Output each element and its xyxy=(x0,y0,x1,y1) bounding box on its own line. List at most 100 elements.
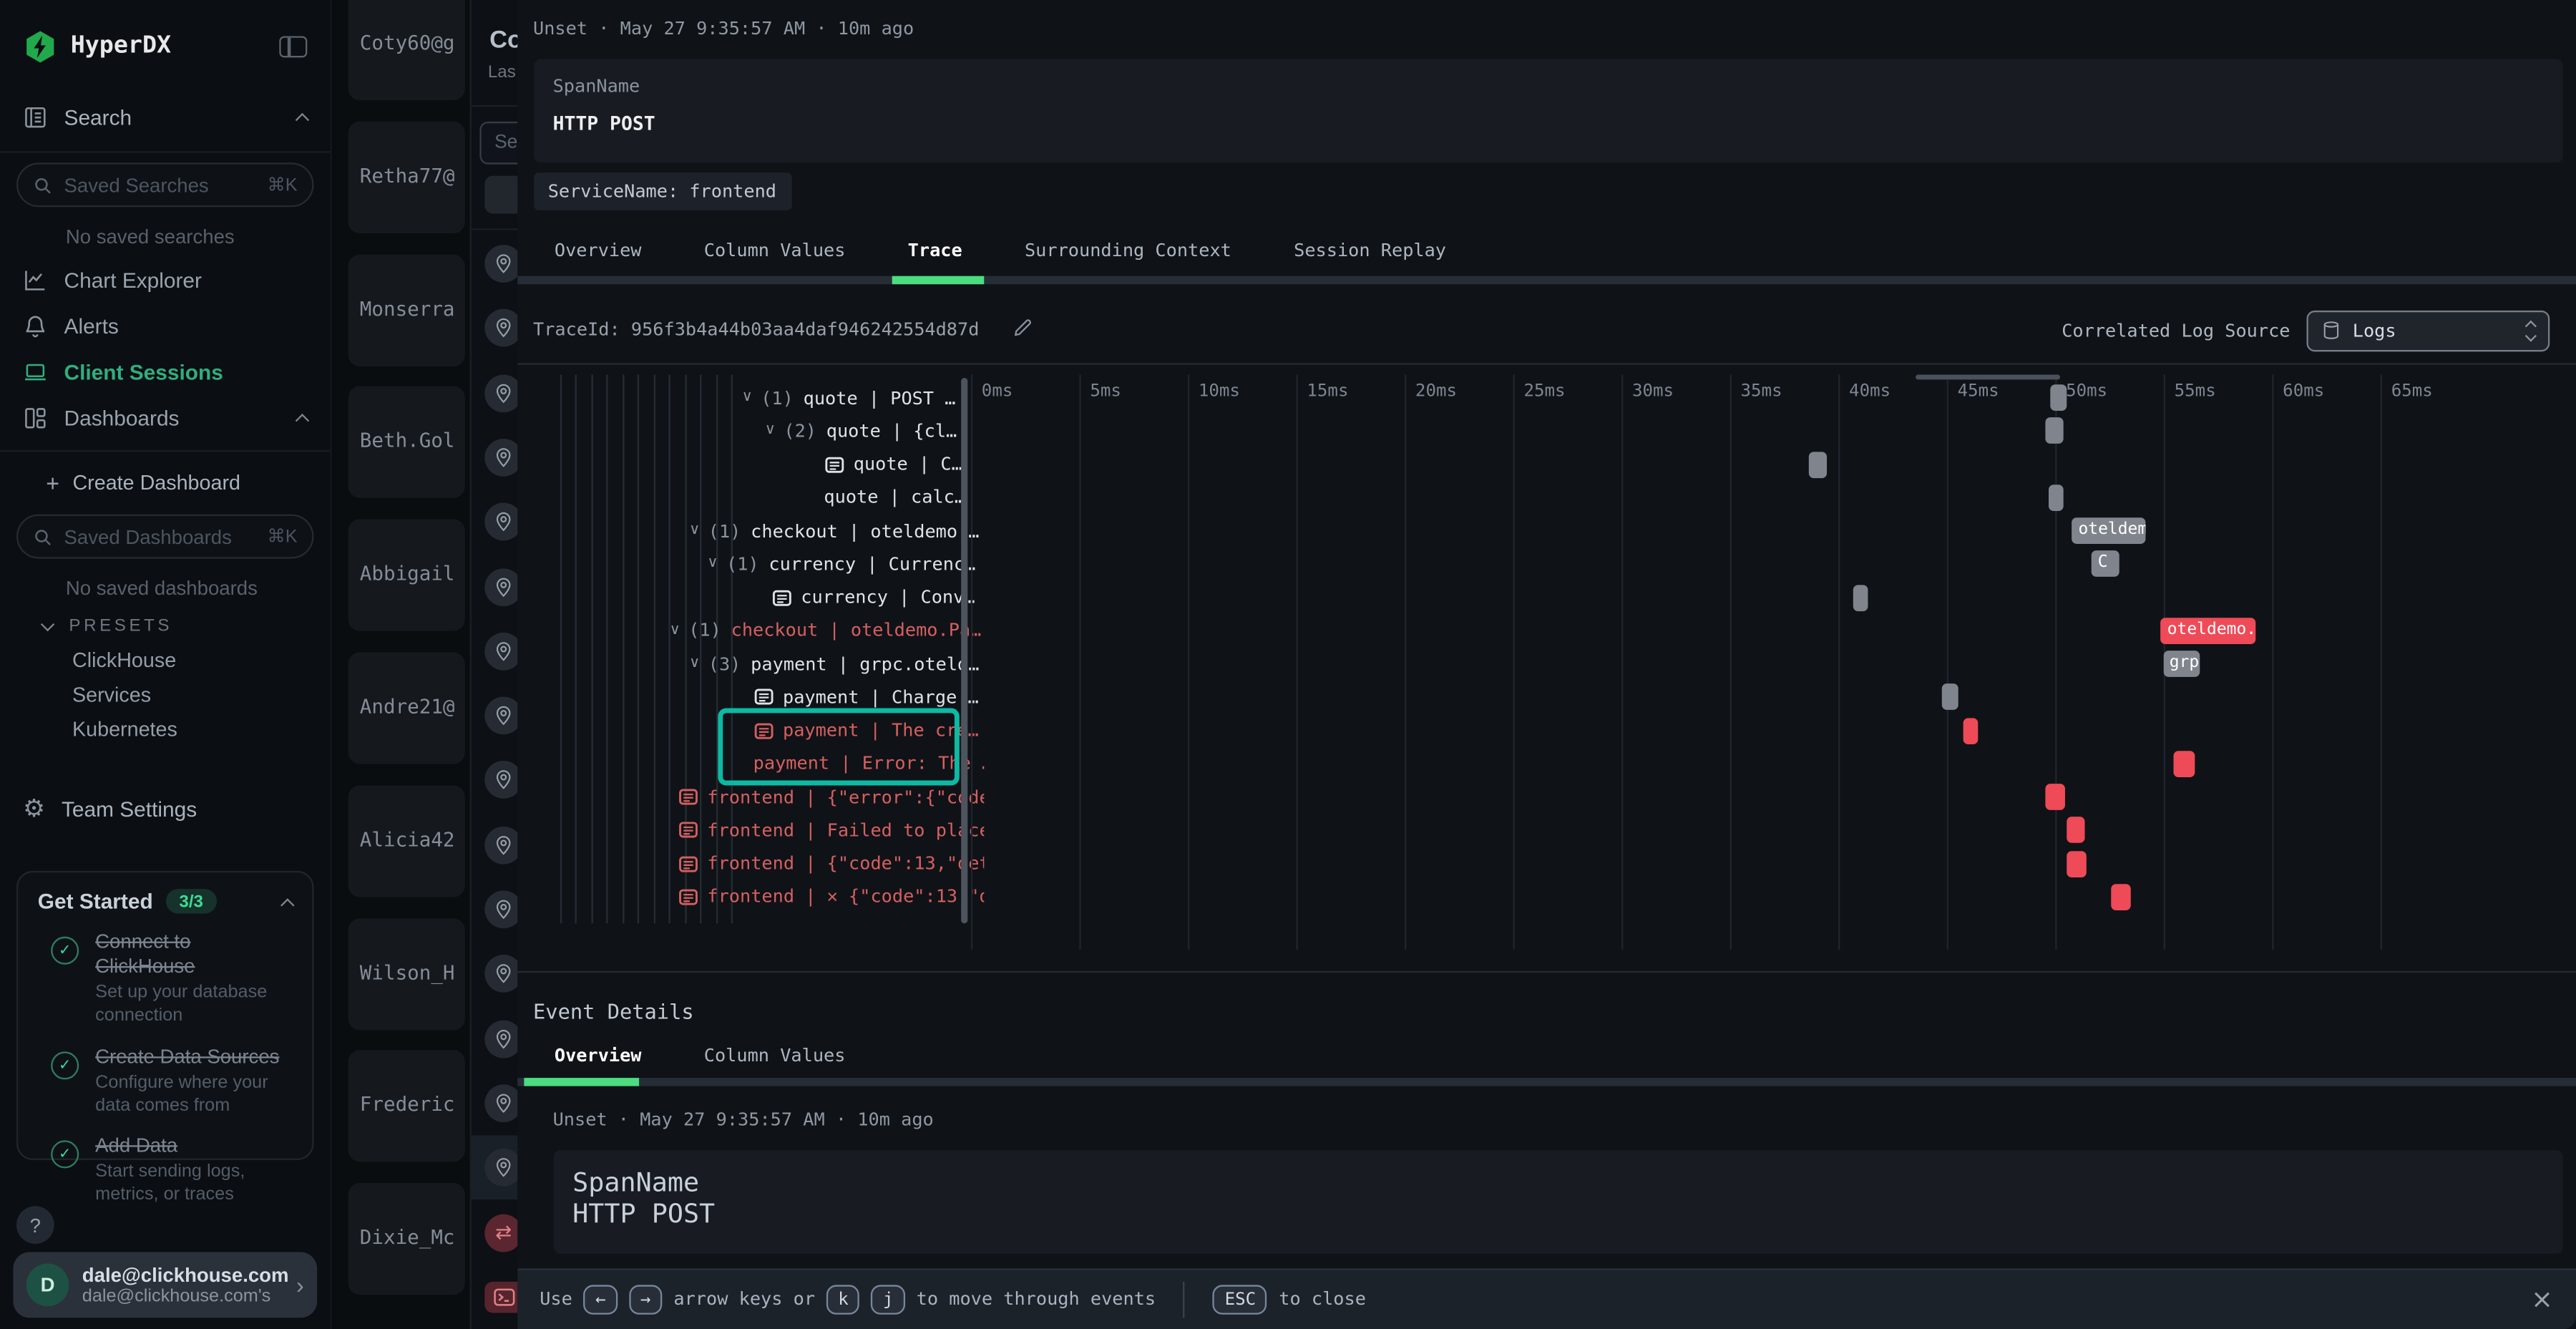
session-card[interactable]: Alicia42 xyxy=(348,785,465,897)
sidebar-nav-item[interactable]: Alerts xyxy=(0,302,330,348)
span-name-value: HTTP POST xyxy=(572,1198,2543,1230)
span-duration-bar[interactable] xyxy=(1853,584,1868,610)
sidebar-section-search[interactable]: Search xyxy=(0,92,330,142)
trace-tree-row[interactable]: ∨ (1) quote | POST … xyxy=(742,381,956,414)
presets-list: ClickHouseServicesKubernetes xyxy=(0,644,330,748)
session-card[interactable]: Retha77@ xyxy=(348,121,465,233)
chevron-down-icon[interactable]: ∨ xyxy=(707,556,718,573)
chart-hscrollbar[interactable] xyxy=(1915,374,2059,379)
tab-session-replay[interactable]: Session Replay xyxy=(1294,240,1446,261)
trace-tree-row[interactable]: ∨ (1) currency | Currenc… xyxy=(707,547,975,580)
session-card[interactable]: Dixie_Mc xyxy=(348,1183,465,1295)
span-duration-bar[interactable] xyxy=(2046,784,2065,810)
esc-key: ESC xyxy=(1214,1284,1268,1313)
trace-tree-row[interactable]: frontend | {"code":13,"det… xyxy=(678,847,983,880)
hyperdx-logo-icon[interactable] xyxy=(23,29,57,63)
span-duration-bar[interactable] xyxy=(2050,384,2067,411)
get-started-item[interactable]: ✓ Create Data Sources Configure where yo… xyxy=(38,1044,293,1117)
correlated-log-source-label: Correlated Log Source xyxy=(2062,320,2290,341)
tab-column-values[interactable]: Column Values xyxy=(704,1045,846,1066)
trace-tree-row[interactable]: ∨ (1) checkout | oteldemo.… xyxy=(689,515,979,547)
chevron-down-icon[interactable]: ∨ xyxy=(765,423,776,439)
right-arrow-key: → xyxy=(629,1284,663,1313)
gear-icon: ⚙ xyxy=(23,796,45,820)
trace-tree-row[interactable]: ∨ (2) quote | {cl… xyxy=(765,414,957,447)
log-doc-icon xyxy=(678,789,698,805)
span-duration-bar[interactable]: C xyxy=(2092,551,2119,578)
span-duration-bar[interactable]: grp xyxy=(2163,651,2200,677)
preset-item[interactable]: ClickHouse xyxy=(0,644,330,678)
trace-waterfall: ∨ (1) quote | POST … ∨ (2) quote | {cl… … xyxy=(533,374,2563,950)
tab-column-values[interactable]: Column Values xyxy=(704,240,846,261)
get-started-item-desc: Configure where your data comes from xyxy=(95,1071,293,1118)
tab-surrounding-context[interactable]: Surrounding Context xyxy=(1025,240,1231,261)
get-started-card: Get Started 3/3 ✓ Connect to ClickHouse … xyxy=(16,871,314,1160)
get-started-item-title: Add Data xyxy=(95,1134,293,1159)
span-label: quote | calc… xyxy=(824,487,965,508)
session-card[interactable]: Andre21@ xyxy=(348,652,465,764)
close-icon[interactable]: × xyxy=(2531,1283,2553,1315)
tab-overview[interactable]: Overview xyxy=(555,240,642,261)
span-duration-bar[interactable] xyxy=(1941,684,1958,711)
session-card[interactable]: Coty60@g xyxy=(348,0,465,100)
trace-tree-row[interactable]: ∨ (1) checkout | oteldemo.Pa… xyxy=(670,614,982,647)
shortcut-hint: ⌘K xyxy=(267,174,297,195)
user-menu[interactable]: D dale@clickhouse.com dale@clickhouse.co… xyxy=(13,1252,317,1318)
span-duration-bar[interactable] xyxy=(1810,451,1827,477)
session-card[interactable]: Frederic xyxy=(348,1051,465,1162)
no-saved-dashboards-text: No saved dashboards xyxy=(0,568,330,608)
span-duration-bar[interactable] xyxy=(2174,751,2195,777)
trace-tree-row[interactable]: currency | Conv… xyxy=(771,581,975,614)
trace-tree-row[interactable]: ∨ (3) payment | grpc.oteld… xyxy=(689,648,979,681)
span-duration-bar[interactable]: oteldemo. xyxy=(2161,618,2256,644)
get-started-item[interactable]: ✓ Add Data Start sending logs, metrics, … xyxy=(38,1134,293,1207)
chevron-down-icon[interactable]: ∨ xyxy=(689,656,700,672)
chevron-up-icon[interactable] xyxy=(280,897,294,911)
span-duration-bar[interactable] xyxy=(1963,717,1979,744)
session-card[interactable]: Abbigail xyxy=(348,520,465,631)
tab-trace[interactable]: Trace xyxy=(908,240,962,261)
saved-searches-input[interactable]: Saved Searches ⌘K xyxy=(16,162,314,207)
log-source-select[interactable]: Logs xyxy=(2306,310,2550,351)
span-label: payment | grpc.oteld… xyxy=(751,653,979,675)
span-duration-bar[interactable] xyxy=(2048,485,2063,511)
edit-pencil-icon[interactable] xyxy=(1012,317,1033,339)
presets-toggle[interactable]: PRESETS xyxy=(0,608,330,644)
preset-item[interactable]: Kubernetes xyxy=(0,713,330,747)
trace-tree-row[interactable]: quote | calc… xyxy=(824,481,965,514)
trace-tree-row[interactable]: quote | C… xyxy=(824,448,962,481)
session-card[interactable]: Wilson_H xyxy=(348,917,465,1029)
span-duration-bar[interactable] xyxy=(2111,884,2130,910)
session-card[interactable]: Beth.Gol xyxy=(348,386,465,498)
service-name-chip[interactable]: ServiceName: frontend xyxy=(533,172,791,210)
help-button[interactable]: ? xyxy=(16,1206,54,1244)
preset-item[interactable]: Services xyxy=(0,678,330,713)
dashboards-grid-icon xyxy=(23,405,47,429)
chevron-down-icon xyxy=(41,617,54,631)
saved-dashboards-input[interactable]: Saved Dashboards ⌘K xyxy=(16,515,314,559)
sidebar-nav-item[interactable]: Chart Explorer xyxy=(0,256,330,302)
team-settings-item[interactable]: ⚙ Team Settings xyxy=(0,784,330,833)
trace-tree-row[interactable]: frontend | ✕ {"code":13,"d… xyxy=(678,880,983,913)
span-tree: ∨ (1) quote | POST … ∨ (2) quote | {cl… … xyxy=(533,374,983,950)
tab-overview[interactable]: Overview xyxy=(555,1045,642,1066)
chevron-down-icon[interactable]: ∨ xyxy=(689,522,700,539)
sidebar-nav-item[interactable]: Dashboards xyxy=(0,394,330,440)
get-started-item[interactable]: ✓ Connect to ClickHouse Set up your data… xyxy=(38,930,293,1028)
session-card[interactable]: Monserra xyxy=(348,254,465,366)
indent-guide xyxy=(560,374,561,923)
create-dashboard-button[interactable]: + Create Dashboard xyxy=(0,462,330,505)
session-detail-subtitle: Las xyxy=(488,62,516,82)
trace-tree-row[interactable]: frontend | Failed to place… xyxy=(678,814,983,847)
selected-span-highlight xyxy=(717,709,959,786)
search-icon xyxy=(33,527,53,547)
chevron-down-icon[interactable]: ∨ xyxy=(742,389,753,406)
sidebar-collapse-icon[interactable] xyxy=(279,35,307,57)
span-duration-bar[interactable] xyxy=(2067,850,2087,877)
span-duration-bar[interactable] xyxy=(2067,817,2084,844)
chevron-down-icon[interactable]: ∨ xyxy=(670,623,680,639)
span-duration-bar[interactable] xyxy=(2046,418,2063,444)
tree-scrollbar[interactable] xyxy=(960,378,967,923)
span-duration-bar[interactable]: oteldemo xyxy=(2072,517,2145,544)
sidebar-nav-item[interactable]: Client Sessions xyxy=(0,349,330,394)
